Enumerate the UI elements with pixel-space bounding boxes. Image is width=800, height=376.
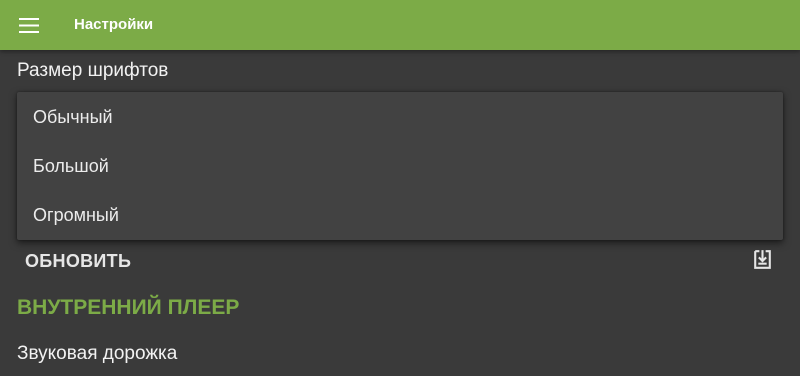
menu-button[interactable] — [8, 4, 50, 46]
font-size-option-large[interactable]: Большой — [17, 141, 783, 190]
option-label: Большой — [33, 156, 109, 176]
option-label: Обычный — [33, 107, 113, 127]
update-button[interactable]: ОБНОВИТЬ — [0, 240, 800, 282]
settings-screen: Настройки Размер шрифтов Обычный Большой… — [0, 0, 800, 376]
font-size-setting-label[interactable]: Размер шрифтов — [17, 60, 168, 82]
audio-track-setting[interactable]: Звуковая дорожка — [17, 343, 177, 365]
hamburger-menu-icon — [19, 17, 39, 33]
font-size-option-huge[interactable]: Огромный — [17, 190, 783, 239]
download-tray-icon — [754, 250, 771, 269]
internal-player-section-header: ВНУТРЕННИЙ ПЛЕЕР — [17, 296, 240, 319]
update-label: ОБНОВИТЬ — [25, 251, 132, 271]
font-size-option-normal[interactable]: Обычный — [17, 92, 783, 141]
font-size-dropdown: Обычный Большой Огромный — [17, 92, 783, 240]
option-label: Огромный — [33, 205, 119, 225]
app-toolbar: Настройки — [0, 0, 800, 50]
toolbar-title: Настройки — [74, 16, 154, 33]
